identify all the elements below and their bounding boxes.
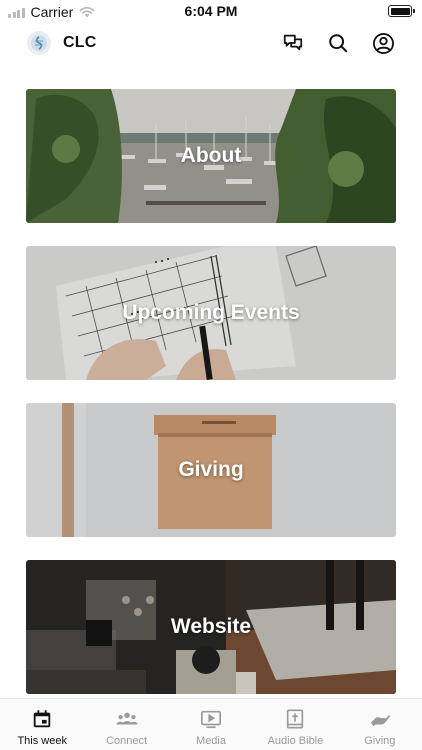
calendar-icon bbox=[30, 707, 54, 731]
status-bar: Carrier 6:04 PM bbox=[0, 0, 422, 22]
battery-icon bbox=[388, 5, 415, 17]
tab-label-audio-bible: Audio Bible bbox=[267, 735, 324, 747]
account-icon[interactable] bbox=[371, 31, 395, 55]
search-icon[interactable] bbox=[326, 31, 350, 55]
card-giving[interactable]: Giving bbox=[26, 403, 396, 537]
tab-label-media: Media bbox=[196, 735, 226, 747]
card-label-website: Website bbox=[170, 615, 252, 638]
card-label-giving: Giving bbox=[178, 458, 244, 481]
giving-hand-icon bbox=[368, 707, 392, 731]
app-title: CLC bbox=[63, 34, 97, 51]
status-time: 6:04 PM bbox=[184, 3, 238, 19]
tab-this-week[interactable]: This week bbox=[0, 699, 84, 750]
tab-label-connect: Connect bbox=[106, 735, 148, 747]
app-header: CLC bbox=[0, 26, 422, 62]
chat-icon[interactable] bbox=[281, 31, 305, 55]
tab-label-this-week: This week bbox=[17, 735, 67, 747]
tab-bar: This week Connect Media Audio Bible Givi… bbox=[0, 698, 422, 750]
card-upcoming-events[interactable]: Upcoming Events bbox=[26, 246, 396, 380]
tab-label-giving: Giving bbox=[364, 735, 396, 747]
tab-audio-bible[interactable]: Audio Bible bbox=[253, 699, 337, 750]
tab-connect[interactable]: Connect bbox=[84, 699, 168, 750]
card-label-upcoming-events: Upcoming Events bbox=[122, 301, 300, 324]
card-website[interactable]: Website bbox=[26, 560, 396, 694]
card-list: About Upcoming Events Giving Website bbox=[26, 89, 396, 717]
bible-icon bbox=[283, 707, 307, 731]
group-icon bbox=[115, 707, 139, 731]
play-icon bbox=[199, 707, 223, 731]
tab-giving[interactable]: Giving bbox=[338, 699, 422, 750]
church-logo-icon bbox=[27, 31, 51, 55]
tab-media[interactable]: Media bbox=[169, 699, 253, 750]
card-about[interactable]: About bbox=[26, 89, 396, 223]
card-label-about: About bbox=[180, 144, 242, 167]
